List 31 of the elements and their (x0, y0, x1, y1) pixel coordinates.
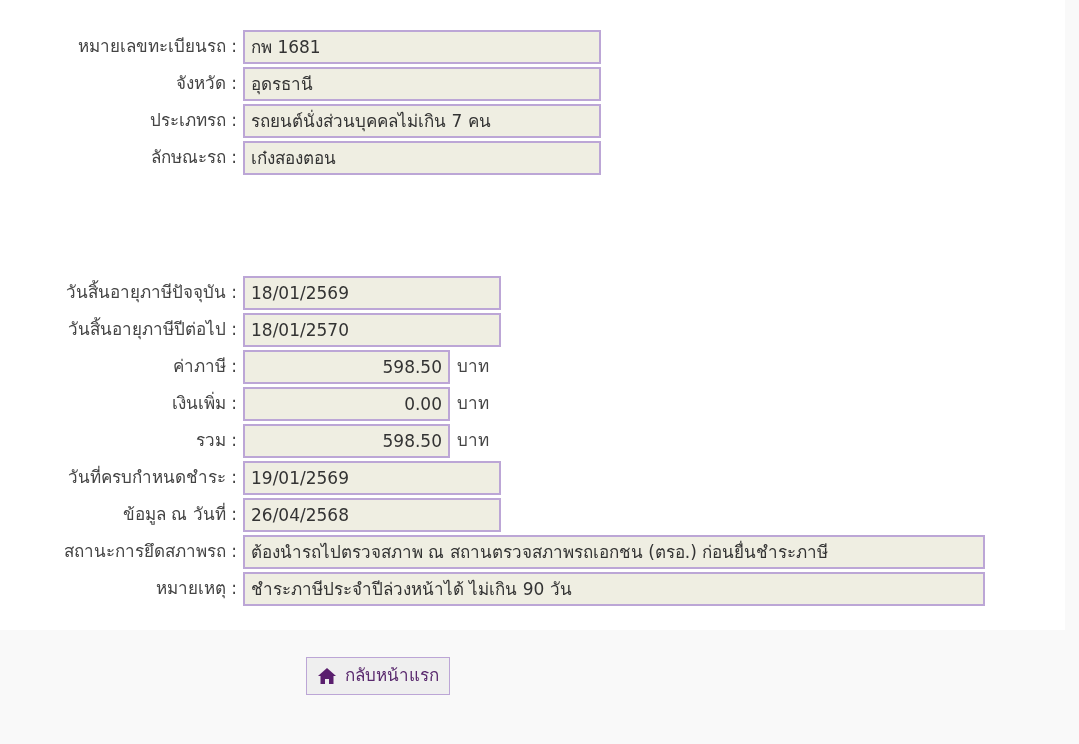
field-label: หมายเลขทะเบียนรถ : (76, 34, 238, 58)
input-field[interactable]: อุดรธานี (243, 66, 601, 101)
input-field[interactable]: 19/01/2569 (243, 460, 501, 495)
field-label: จังหวัด : (174, 71, 238, 95)
field-label: วันสิ้นอายุภาษีปีต่อไป : (66, 316, 238, 342)
field-label: ลักษณะรถ : (149, 145, 238, 169)
input-field[interactable]: 598.50 (243, 349, 450, 384)
input-field[interactable]: ต้องนำรถไปตรวจสภาพ ณ สถานตรวจสภาพรถเอกชน (ตรอ.) ก่อนยื่นชำระภาษี (243, 534, 985, 569)
field-label: รวม : (194, 428, 238, 452)
input-field[interactable]: เก๋งสองตอน (243, 140, 601, 175)
unit-label: บาท (457, 428, 489, 452)
home-button[interactable]: กลับหน้าแรก (306, 657, 450, 695)
input-field[interactable]: กพ 1681 (243, 29, 601, 64)
field-label: ประเภทรถ : (148, 108, 238, 132)
field-label: สถานะการยึดสภาพรถ : (62, 539, 238, 563)
unit-label: บาท (457, 391, 489, 415)
input-field[interactable]: 0.00 (243, 386, 450, 421)
field-label: เงินเพิ่ม : (170, 390, 238, 415)
field-label: ข้อมูล ณ วันที่ : (122, 501, 238, 527)
input-field[interactable]: 598.50 (243, 423, 450, 458)
input-field[interactable]: 18/01/2570 (243, 312, 501, 347)
field-label: ค่าภาษี : (171, 354, 238, 378)
field-label: วันสิ้นอายุภาษีปัจจุบัน : (64, 279, 238, 305)
home-icon (317, 667, 337, 685)
unit-label: บาท (457, 354, 489, 378)
field-label: วันที่ครบกำหนดชำระ : (66, 464, 238, 489)
input-field[interactable]: ชำระภาษีประจำปีล่วงหน้าได้ ไม่เกิน 90 วัน (243, 571, 985, 606)
input-field[interactable]: 18/01/2569 (243, 275, 501, 310)
input-field[interactable]: 26/04/2568 (243, 497, 501, 532)
field-label: หมายเหตุ : (154, 576, 238, 601)
input-field[interactable]: รถยนต์นั่งส่วนบุคคลไม่เกิน 7 คน (243, 103, 601, 138)
